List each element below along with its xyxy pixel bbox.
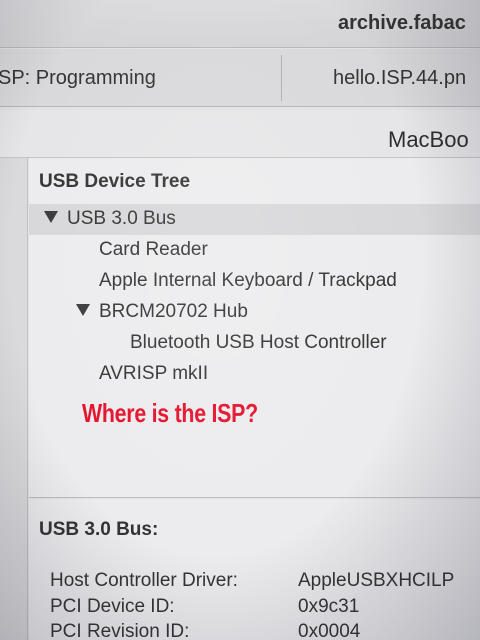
tree-item-brcm20702-hub[interactable]: BRCM20702 Hub: [29, 297, 480, 328]
tree-item-label: AVRISP mkII: [99, 363, 209, 384]
detail-row-host-controller-driver: Host Controller Driver: AppleUSBXHCILP: [50, 570, 480, 594]
detail-key: PCI Device ID:: [50, 596, 175, 617]
details-title: USB 3.0 Bus:: [39, 519, 159, 540]
disclosure-triangle-icon[interactable]: [76, 304, 90, 316]
sidebar[interactable]: [0, 158, 28, 640]
tree-item-apple-keyboard-trackpad[interactable]: Apple Internal Keyboard / Trackpad: [29, 266, 480, 297]
detail-value: AppleUSBXHCILP: [298, 570, 455, 591]
tab-bar: SP: Programming hello.ISP.44.pn: [0, 49, 480, 107]
tab-hello-isp[interactable]: hello.ISP.44.pn: [283, 55, 480, 101]
tree-item-card-reader[interactable]: Card Reader: [29, 235, 480, 266]
detail-row-pci-device-id: PCI Device ID: 0x9c31: [50, 596, 480, 620]
detail-key: PCI Revision ID:: [50, 621, 190, 640]
tree-item-label: BRCM20702 Hub: [99, 301, 248, 322]
tab-hello-isp-label: hello.ISP.44.pn: [333, 66, 467, 89]
usb-bus-details: USB 3.0 Bus: Host Controller Driver: App…: [29, 499, 480, 640]
window-title: archive.fabac: [338, 12, 466, 34]
window-titlebar: archive.fabac: [0, 0, 480, 48]
tab-programming-label: SP: Programming: [0, 66, 156, 89]
tree-item-label: USB 3.0 Bus: [67, 208, 176, 229]
handwritten-annotation: Where is the ISP?: [82, 398, 258, 428]
device-name: MacBoo: [388, 127, 469, 152]
detail-key: Host Controller Driver:: [50, 570, 238, 591]
tree-item-label: Bluetooth USB Host Controller: [130, 332, 387, 353]
tree-item-usb-3-bus[interactable]: USB 3.0 Bus: [29, 204, 480, 235]
device-header: MacBoo: [0, 110, 480, 158]
tree-title: USB Device Tree: [39, 171, 191, 192]
tree-item-label: Apple Internal Keyboard / Trackpad: [99, 270, 397, 291]
usb-device-tree: USB Device Tree USB 3.0 Bus Card Reader …: [29, 158, 480, 498]
disclosure-triangle-icon[interactable]: [44, 211, 58, 223]
tree-item-avrisp-mkii[interactable]: AVRISP mkII: [29, 359, 480, 390]
detail-row-pci-revision-id: PCI Revision ID: 0x0004: [50, 621, 480, 640]
detail-value: 0x9c31: [298, 596, 360, 617]
tab-programming[interactable]: SP: Programming: [0, 55, 282, 101]
detail-value: 0x0004: [298, 621, 361, 640]
tree-item-bluetooth-host-controller[interactable]: Bluetooth USB Host Controller: [29, 328, 480, 359]
tree-item-label: Card Reader: [99, 239, 208, 260]
